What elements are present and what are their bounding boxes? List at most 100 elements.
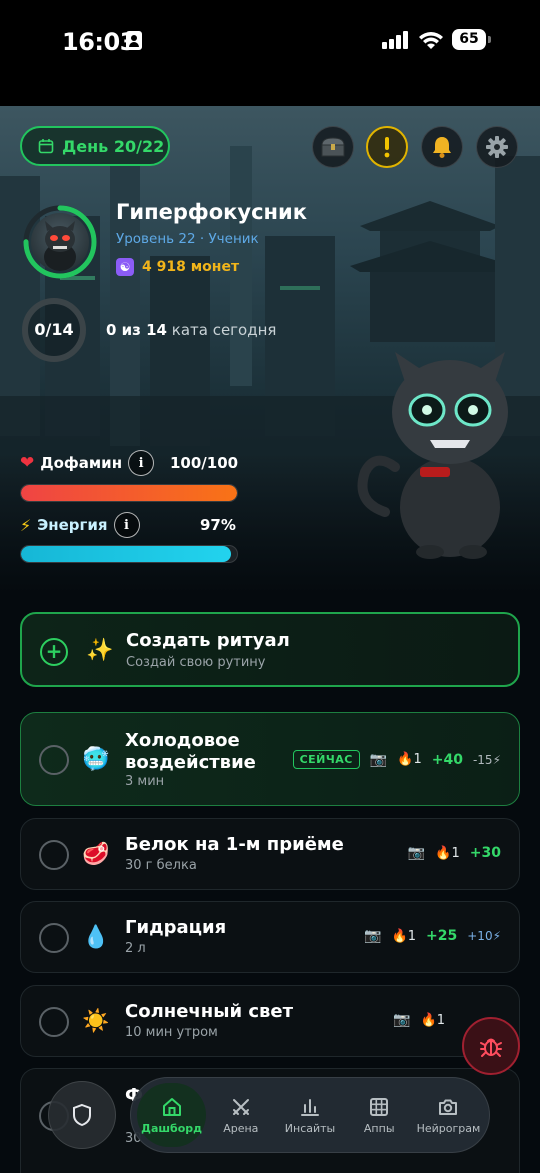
nav-label: Инсайты bbox=[284, 1121, 336, 1135]
bell-icon bbox=[433, 137, 451, 158]
bug-report-button[interactable] bbox=[462, 1017, 520, 1075]
dopamine-bar-fill bbox=[21, 485, 237, 501]
fire-icon: 🔥 bbox=[391, 928, 408, 944]
dopamine-info-button[interactable]: i bbox=[128, 450, 155, 476]
dopamine-bar bbox=[20, 484, 238, 502]
droplet-icon: 💧 bbox=[82, 925, 110, 950]
dopamine-value: 100/100 bbox=[170, 454, 239, 472]
camera-icon[interactable]: 📷 bbox=[393, 1012, 410, 1028]
camera-icon bbox=[439, 1099, 458, 1115]
nav-arena[interactable]: Арена bbox=[206, 1083, 275, 1147]
streak-count: 1 bbox=[413, 752, 422, 767]
task-checkbox[interactable] bbox=[39, 745, 69, 775]
mascot-character-image[interactable] bbox=[355, 342, 525, 562]
streak-count: 1 bbox=[407, 928, 417, 944]
fire-icon: 🔥 bbox=[420, 1012, 437, 1028]
streak: 🔥1 bbox=[435, 846, 459, 861]
coins-balance: ☯ 4 918 монет bbox=[116, 258, 239, 276]
camera-icon[interactable]: 📷 bbox=[408, 845, 425, 861]
task-title: Солнечный свет bbox=[125, 1001, 294, 1022]
fire-icon: 🔥 bbox=[397, 752, 414, 767]
camera-icon[interactable]: 📷 bbox=[364, 928, 381, 944]
sparkles-icon: ✨ bbox=[86, 638, 114, 663]
wifi-icon bbox=[419, 32, 443, 49]
bug-icon bbox=[480, 1038, 502, 1057]
status-bar: 16:03 65 bbox=[0, 0, 540, 106]
task-card[interactable]: 🥶 Холодовое воздействие 3 мин СЕЙЧАС 📷 🔥… bbox=[20, 712, 520, 806]
info-icon: i bbox=[138, 455, 144, 471]
kata-count: 0 из 14 bbox=[106, 321, 167, 339]
meat-icon: 🥩 bbox=[82, 842, 110, 867]
energy-value: 97% bbox=[200, 516, 236, 534]
camera-icon[interactable]: 📷 bbox=[370, 752, 387, 768]
battery-indicator: 65 bbox=[452, 29, 491, 50]
task-title-line: Холодовое bbox=[125, 730, 240, 751]
player-name: Гиперфокусник bbox=[116, 200, 308, 224]
create-ritual-subtitle: Создай свою рутину bbox=[126, 655, 266, 670]
task-energy: +10⚡ bbox=[467, 929, 501, 943]
alerts-button[interactable] bbox=[366, 126, 408, 168]
task-card[interactable]: ☀️ Солнечный свет 10 мин утром 📷 🔥1 bbox=[20, 985, 520, 1057]
heart-icon: ❤ bbox=[20, 453, 35, 473]
day-counter-label: День 20/22 bbox=[62, 136, 165, 156]
streak-count: 1 bbox=[436, 1012, 445, 1028]
energy-info-button[interactable]: i bbox=[113, 512, 140, 538]
dopamine-row: ❤ Дофамин i bbox=[20, 450, 155, 476]
notifications-button[interactable] bbox=[421, 126, 463, 168]
task-subtitle: 3 мин bbox=[125, 774, 165, 789]
coin-icon: ☯ bbox=[116, 258, 134, 276]
shield-button[interactable] bbox=[48, 1081, 116, 1149]
task-checkbox[interactable] bbox=[39, 840, 69, 870]
day-counter-pill[interactable]: День 20/22 bbox=[20, 126, 170, 166]
nav-label: Дашборд bbox=[141, 1121, 203, 1135]
calendar-icon bbox=[38, 139, 54, 154]
task-card[interactable]: 💧 Гидрация 2 л 📷 🔥1 +25 +10⚡ bbox=[20, 901, 520, 973]
chest-button[interactable] bbox=[312, 126, 354, 168]
create-ritual-title: Создать ритуал bbox=[126, 630, 290, 651]
nav-neurogram[interactable]: Нейрограм bbox=[414, 1083, 483, 1147]
fire-icon: 🔥 bbox=[435, 845, 452, 861]
avatar[interactable] bbox=[31, 213, 89, 271]
task-subtitle: 2 л bbox=[125, 941, 146, 956]
mascot-avatar-icon bbox=[44, 221, 76, 271]
crossed-swords-icon bbox=[232, 1098, 249, 1115]
treasure-chest-icon bbox=[321, 137, 345, 157]
dopamine-label: Дофамин bbox=[40, 454, 123, 472]
shield-icon bbox=[73, 1103, 91, 1127]
kata-ring-label: 0/14 bbox=[34, 320, 74, 339]
bottom-navigation: Дашборд Арена Инсайты Аппы Нейрограм bbox=[130, 1077, 490, 1153]
status-time: 16:03 bbox=[62, 28, 136, 56]
streak-count: 1 bbox=[451, 845, 460, 861]
task-meta: 📷 🔥1 +25 +10⚡ bbox=[364, 928, 501, 944]
task-points: +30 bbox=[469, 845, 501, 861]
nav-dashboard[interactable]: Дашборд bbox=[137, 1083, 207, 1147]
task-card[interactable]: 🥩 Белок на 1-м приёме 30 г белка 📷 🔥1 +3… bbox=[20, 818, 520, 890]
settings-button[interactable] bbox=[476, 126, 518, 168]
energy-bar-fill bbox=[21, 546, 231, 562]
energy-row: ⚡ Энергия i bbox=[20, 512, 140, 538]
task-points: +25 bbox=[426, 928, 458, 944]
task-subtitle: 10 мин утром bbox=[125, 1025, 218, 1040]
cold-face-icon: 🥶 bbox=[82, 747, 110, 772]
nav-label: Аппы bbox=[363, 1121, 395, 1135]
sun-icon: ☀️ bbox=[82, 1009, 110, 1034]
streak: 🔥1 bbox=[397, 752, 421, 767]
home-icon bbox=[162, 1097, 181, 1116]
task-title: Гидрация bbox=[125, 917, 227, 938]
nav-label: Арена bbox=[223, 1121, 259, 1135]
nav-label: Нейрограм bbox=[416, 1121, 481, 1135]
id-card-icon bbox=[126, 31, 142, 50]
task-checkbox[interactable] bbox=[39, 1007, 69, 1037]
nav-insights[interactable]: Инсайты bbox=[275, 1083, 344, 1147]
hero-panel: День 20/22 Гиперфокусник Уровень 22 · Уч… bbox=[0, 106, 540, 594]
task-checkbox[interactable] bbox=[39, 923, 69, 953]
grid-icon bbox=[370, 1097, 389, 1116]
bar-chart-icon bbox=[301, 1098, 319, 1116]
player-level: Уровень 22 · Ученик bbox=[116, 231, 259, 247]
now-badge: СЕЙЧАС bbox=[292, 750, 360, 769]
kata-today-text: 0 из 14 ката сегодня bbox=[106, 321, 276, 339]
create-ritual-button[interactable]: + ✨ Создать ритуал Создай свою рутину bbox=[20, 612, 520, 687]
nav-apps[interactable]: Аппы bbox=[345, 1083, 414, 1147]
task-title-line: воздействие bbox=[125, 752, 256, 773]
coins-label: 4 918 монет bbox=[142, 259, 240, 275]
